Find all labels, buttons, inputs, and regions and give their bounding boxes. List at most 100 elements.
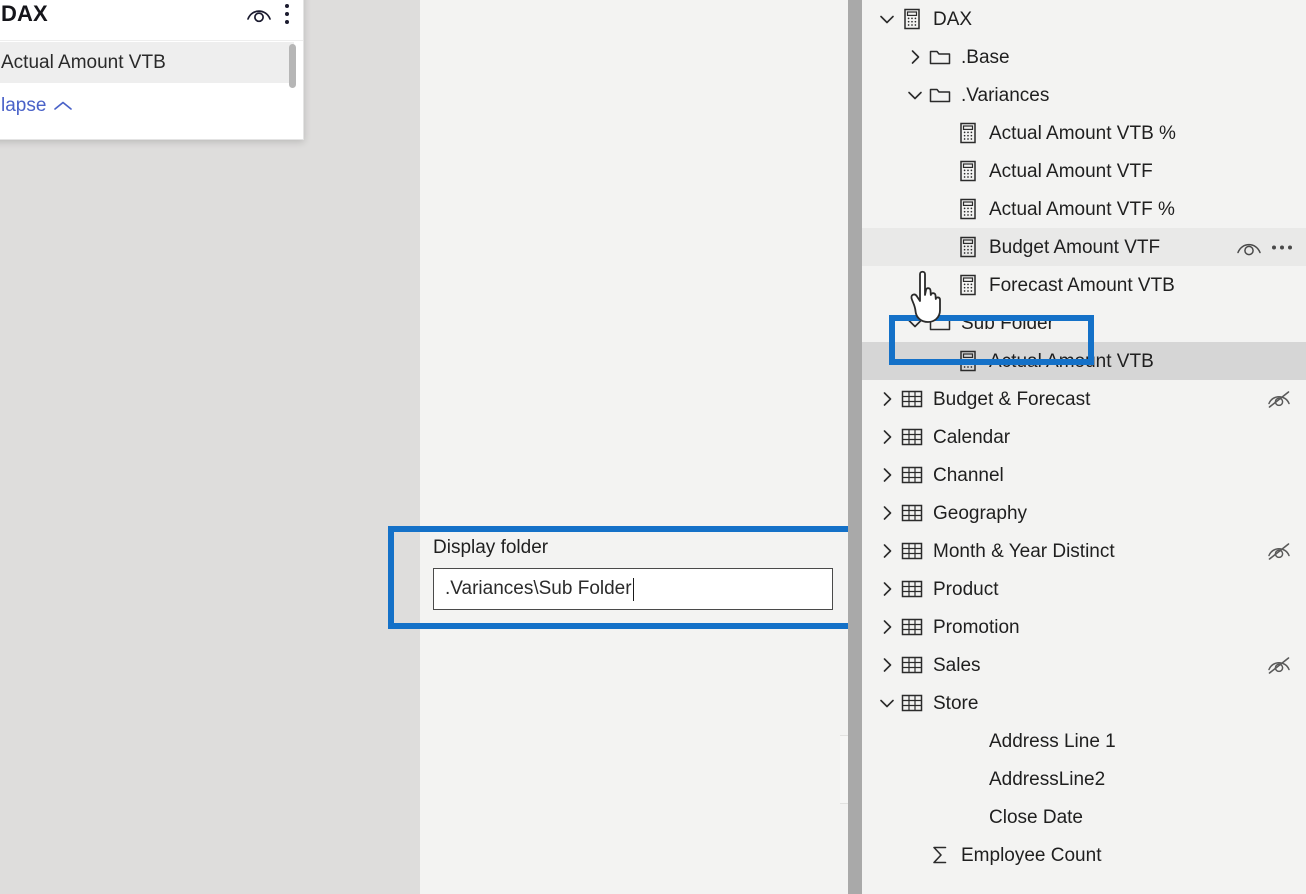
properties-panel: Name Actual Amount VTB Home table DAX De…: [420, 0, 848, 894]
table-icon: [901, 694, 923, 712]
tree-row-label: .Base: [961, 46, 1010, 68]
tree-row-label: Sub Folder: [961, 312, 1054, 334]
tree-row-glyphs: [876, 7, 933, 31]
tree-row-label: Close Date: [989, 806, 1083, 828]
tree-row-label: Product: [933, 578, 999, 600]
measure-icon: [960, 274, 976, 296]
chevron-right-icon[interactable]: [876, 426, 898, 448]
tree-row-actions: [1266, 542, 1292, 561]
folder-icon: [929, 88, 951, 103]
chevron-right-icon[interactable]: [876, 578, 898, 600]
chevron-up-icon: [54, 101, 73, 110]
tree-row[interactable]: Actual Amount VTB %: [862, 114, 1306, 152]
dax-flyout-header-actions: [246, 3, 289, 24]
table-icon: [901, 542, 923, 560]
tree-row-glyphs: [932, 767, 989, 791]
tree-row[interactable]: DAX: [862, 0, 1306, 38]
dax-flyout-scrollbar[interactable]: [289, 44, 296, 88]
chevron-right-icon[interactable]: [876, 464, 898, 486]
dax-flyout-selected-item[interactable]: Actual Amount VTB: [0, 42, 294, 83]
measure-icon: [960, 350, 976, 372]
collapse-link[interactable]: lapse: [0, 85, 73, 127]
formatting-section-header[interactable]: Formatting: [840, 736, 848, 804]
dax-flyout-header: DAX: [0, 0, 303, 41]
tree-row-glyphs: [904, 83, 961, 107]
tree-row[interactable]: Actual Amount VTF %: [862, 190, 1306, 228]
tree-row-label: DAX: [933, 8, 973, 30]
hidden-eye-icon[interactable]: [1266, 390, 1292, 409]
chevron-down-icon[interactable]: [904, 84, 926, 106]
more-vertical-icon[interactable]: [284, 3, 289, 24]
tree-row-glyphs: [876, 501, 933, 525]
measure-icon: [960, 160, 976, 182]
tree-row-glyphs: [876, 463, 933, 487]
tree-row-label: .Variances: [961, 84, 1050, 106]
tree-row-label: Channel: [933, 464, 1004, 486]
chevron-right-icon[interactable]: [876, 654, 898, 676]
sigma-icon: [933, 846, 947, 864]
hidden-eye-icon[interactable]: [1266, 542, 1292, 561]
hidden-eye-icon[interactable]: [1266, 656, 1292, 675]
tree-row[interactable]: Product: [862, 570, 1306, 608]
table-icon: [901, 580, 923, 598]
properties-panel-scrollbar[interactable]: [848, 0, 862, 894]
tree-row-label: AddressLine2: [989, 768, 1106, 790]
tree-row-glyphs: [932, 805, 989, 829]
tree-row[interactable]: Actual Amount VTF: [862, 152, 1306, 190]
tree-row-label: Employee Count: [961, 844, 1102, 866]
chevron-right-icon[interactable]: [904, 46, 926, 68]
tree-row-glyphs: [876, 539, 933, 563]
more-horizontal-icon[interactable]: [1272, 245, 1292, 250]
measure-icon: [960, 198, 976, 220]
tree-row-glyphs: [876, 615, 933, 639]
chevron-right-icon[interactable]: [876, 388, 898, 410]
tree-row-label: Actual Amount VTB: [989, 350, 1154, 372]
tree-row[interactable]: Address Line 1: [862, 722, 1306, 760]
eye-icon[interactable]: [246, 5, 272, 23]
chevron-right-icon[interactable]: [876, 616, 898, 638]
tree-row-glyphs: [932, 159, 989, 183]
display-folder-highlight-box: [388, 526, 854, 629]
folder-icon: [929, 50, 951, 65]
table-icon: [901, 390, 923, 408]
tree-row[interactable]: Store: [862, 684, 1306, 722]
tree-row-glyphs: [932, 349, 989, 373]
chevron-right-icon[interactable]: [876, 540, 898, 562]
eye-icon[interactable]: [1236, 238, 1262, 257]
tree-row-glyphs: [932, 121, 989, 145]
tree-row[interactable]: Employee Count: [862, 836, 1306, 874]
chevron-down-icon[interactable]: [876, 8, 898, 30]
tree-row[interactable]: Month & Year Distinct: [862, 532, 1306, 570]
icon-placeholder: [956, 729, 980, 753]
tree-row[interactable]: Budget & Forecast: [862, 380, 1306, 418]
icon-placeholder: [956, 767, 980, 791]
tree-row[interactable]: Channel: [862, 456, 1306, 494]
tree-row[interactable]: Actual Amount VTB: [862, 342, 1306, 380]
tree-row[interactable]: Calendar: [862, 418, 1306, 456]
chevron-down-icon[interactable]: [876, 692, 898, 714]
tree-row[interactable]: Geography: [862, 494, 1306, 532]
tree-row-glyphs: [876, 387, 933, 411]
tree-row-glyphs: [876, 691, 933, 715]
tree-row[interactable]: Sales: [862, 646, 1306, 684]
table-icon: [901, 656, 923, 674]
tree-row-label: Budget & Forecast: [933, 388, 1091, 410]
tree-row[interactable]: .Variances: [862, 76, 1306, 114]
tree-row-glyphs: [904, 45, 961, 69]
collapse-link-label: lapse: [1, 95, 47, 116]
hand-cursor-icon: [910, 270, 941, 323]
dax-flyout-panel: DAX Actual Amount VTB lapse: [0, 0, 304, 140]
tree-row-label: Forecast Amount VTB: [989, 274, 1175, 296]
tree-row[interactable]: AddressLine2: [862, 760, 1306, 798]
tree-row[interactable]: Close Date: [862, 798, 1306, 836]
measure-icon: [960, 122, 976, 144]
tree-row[interactable]: .Base: [862, 38, 1306, 76]
table-icon: [901, 466, 923, 484]
chevron-right-icon[interactable]: [876, 502, 898, 524]
tree-row[interactable]: Promotion: [862, 608, 1306, 646]
measure-icon: [904, 8, 920, 30]
tree-row-glyphs: [932, 729, 989, 753]
model-tree-panel: DAX .Base .Variances Actual Amount VTB % Act…: [862, 0, 1306, 894]
tree-row-label: Promotion: [933, 616, 1020, 638]
tree-row[interactable]: Budget Amount VTF: [862, 228, 1306, 266]
